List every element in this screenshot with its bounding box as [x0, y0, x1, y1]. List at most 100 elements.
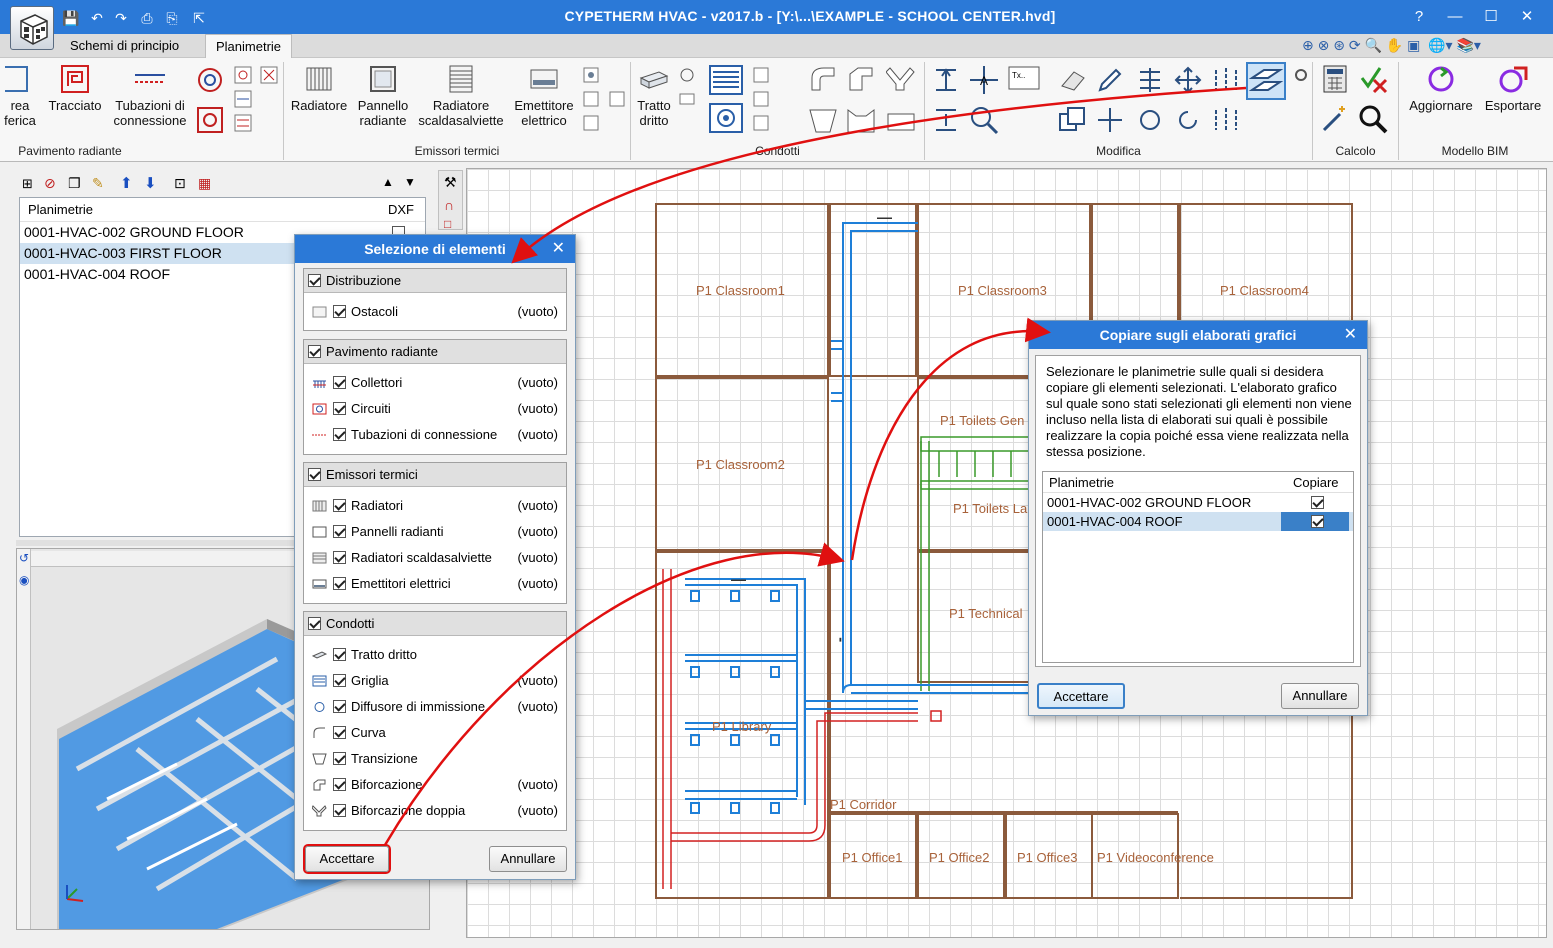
item-checkbox[interactable] [333, 700, 346, 713]
tab-planimetrie[interactable]: Planimetrie [205, 34, 293, 59]
tubazioni-button[interactable]: Tubazioni di connessione [110, 64, 190, 128]
section-header[interactable]: Emissori termici [304, 463, 566, 487]
section-header[interactable]: Distribuzione [304, 269, 566, 293]
emitter-list-icon[interactable] [582, 114, 600, 132]
item-checkbox[interactable] [333, 499, 346, 512]
collector-icon[interactable] [234, 66, 252, 84]
app-logo-icon[interactable] [10, 6, 54, 50]
selection-accept-button[interactable]: Accettare [305, 846, 389, 872]
selection-item[interactable]: Radiatori (vuoto) [304, 493, 566, 519]
biforcazione-icon[interactable] [846, 64, 876, 94]
biforcazione-doppia-icon[interactable] [886, 64, 916, 94]
pencil-icon[interactable] [1096, 66, 1124, 94]
item-checkbox[interactable] [333, 648, 346, 661]
copy-table-row[interactable]: 0001-HVAC-002 GROUND FLOOR [1043, 493, 1353, 512]
scroll-down-icon[interactable]: ▼ [404, 175, 416, 189]
move-icon[interactable] [1174, 66, 1202, 94]
item-checkbox[interactable] [333, 305, 346, 318]
text-move-icon[interactable]: A [968, 64, 1000, 96]
copy-cancel-button[interactable]: Annullare [1281, 683, 1359, 709]
section-header[interactable]: Pavimento radiante [304, 340, 566, 364]
item-checkbox[interactable] [333, 778, 346, 791]
item-checkbox[interactable] [333, 804, 346, 817]
print-icon[interactable]: ⎙ [138, 9, 156, 27]
item-checkbox[interactable] [333, 726, 346, 739]
selection-dialog-close-button[interactable]: ✕ [552, 235, 565, 263]
item-checkbox[interactable] [333, 752, 346, 765]
tracciato-button[interactable]: Tracciato [44, 64, 106, 113]
mirror-icon[interactable] [1212, 66, 1240, 94]
save-icon[interactable]: 💾 [62, 9, 80, 27]
item-checkbox[interactable] [333, 525, 346, 538]
terminal-icon[interactable] [886, 106, 916, 136]
collector-delete-icon[interactable] [260, 66, 278, 84]
modify-settings-icon[interactable] [1292, 66, 1310, 84]
tee-icon[interactable] [846, 106, 876, 136]
drawing-canvas[interactable]: ▬▬▬ ▬▬▬ ▮ P1 Classroom1 P1 Classroom3 P1 C… [466, 168, 1547, 938]
selection-item[interactable]: Collettori (vuoto) [304, 370, 566, 396]
calculator-icon[interactable] [1320, 64, 1350, 94]
emitter-config-icon[interactable] [582, 66, 600, 84]
edit-plan-icon[interactable]: ✎ [92, 175, 104, 192]
ribbon-small-tools-icon[interactable]: ⊕ ⊗ ⊛ ⟳ 🔍 ✋ ▣ 🌐▾ 📚▾ [1302, 37, 1481, 54]
mirror-copy-icon[interactable] [1212, 106, 1240, 134]
emitter-copy-icon[interactable] [608, 90, 626, 108]
curva-icon[interactable] [808, 64, 838, 94]
copy-table-row[interactable]: 0001-HVAC-004 ROOF [1043, 512, 1353, 531]
duct-edit-icon[interactable] [678, 90, 696, 108]
selection-item[interactable]: Biforcazione (vuoto) [304, 772, 566, 798]
tab-schemi[interactable]: Schemi di principio [60, 34, 189, 58]
selection-item[interactable]: Radiatori scaldasalviette (vuoto) [304, 545, 566, 571]
item-checkbox[interactable] [333, 674, 346, 687]
dxf-import-icon[interactable]: ⊡ [174, 175, 186, 192]
dxf-manage-icon[interactable]: ▦ [198, 175, 211, 192]
redo-icon[interactable]: ↷ [112, 9, 130, 27]
delete-plan-icon[interactable]: ⊘ [44, 175, 56, 192]
close-button[interactable]: ✕ [1512, 6, 1542, 28]
copy-plan-icon[interactable]: ❐ [68, 175, 81, 192]
item-checkbox[interactable] [333, 428, 346, 441]
selection-item[interactable]: Circuiti (vuoto) [304, 396, 566, 422]
section-checkbox[interactable] [308, 468, 321, 481]
section-checkbox[interactable] [308, 274, 321, 287]
snap-icon[interactable]: □ [444, 217, 451, 231]
area-button[interactable]: rea ferica [0, 64, 40, 128]
copy-row-checkbox[interactable] [1311, 515, 1324, 528]
minimize-button[interactable]: — [1440, 6, 1470, 28]
search-icon[interactable] [1358, 104, 1388, 134]
aggiornare-button[interactable]: Aggiornare [1404, 64, 1478, 113]
tratto-dritto-button[interactable]: Tratto dritto [634, 64, 674, 128]
section-checkbox[interactable] [308, 345, 321, 358]
section-header[interactable]: Condotti [304, 612, 566, 636]
section-checkbox[interactable] [308, 617, 321, 630]
check-errors-icon[interactable] [1358, 64, 1388, 94]
duct-settings-icon[interactable] [678, 66, 696, 84]
radiatore-button[interactable]: Radiatore [286, 64, 352, 113]
copy-accept-button[interactable]: Accettare [1037, 683, 1125, 709]
duct-props-3-icon[interactable] [752, 114, 770, 132]
selection-item[interactable]: Ostacoli (vuoto) [304, 299, 566, 325]
pipe-edit-icon[interactable] [234, 90, 252, 108]
griglia-icon[interactable] [708, 64, 744, 96]
text-box-icon[interactable]: Tx.. [1008, 66, 1040, 90]
rotate-copy-icon[interactable] [1174, 106, 1202, 134]
help-button[interactable]: ? [1404, 6, 1434, 28]
selection-cancel-button[interactable]: Annullare [489, 846, 567, 872]
selection-item[interactable]: Tubazioni di connessione (vuoto) [304, 422, 566, 448]
tools-icon[interactable]: ⚒ [444, 174, 457, 191]
selection-item[interactable]: Transizione [304, 746, 566, 772]
diffusore-icon[interactable] [708, 102, 744, 134]
item-checkbox[interactable] [333, 551, 346, 564]
undo-icon[interactable]: ↶ [88, 9, 106, 27]
pipe-list-icon[interactable] [234, 114, 252, 132]
circuit-double-icon[interactable] [196, 106, 224, 134]
selection-item[interactable]: Tratto dritto [304, 642, 566, 668]
selection-item[interactable]: Griglia (vuoto) [304, 668, 566, 694]
copy-icon[interactable] [1058, 106, 1086, 134]
copy-dialog-close-button[interactable]: ✕ [1344, 321, 1357, 349]
pannello-button[interactable]: Pannello radiante [352, 64, 414, 128]
align-icon[interactable] [932, 106, 960, 134]
move-copy-icon[interactable] [1096, 106, 1124, 134]
duct-props-2-icon[interactable] [752, 90, 770, 108]
transizione-icon[interactable] [808, 106, 838, 136]
